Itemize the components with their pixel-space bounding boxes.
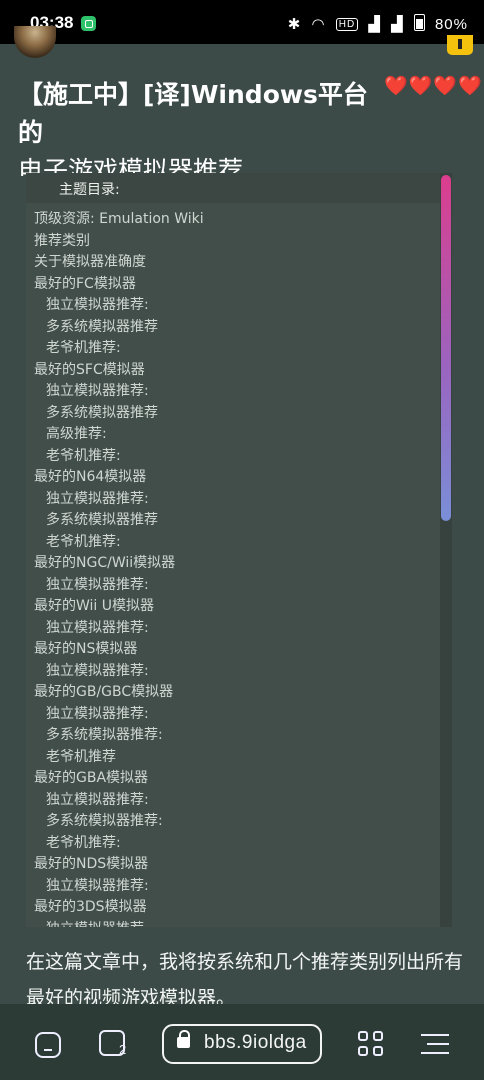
toc-item[interactable]: 推荐类别 — [34, 231, 204, 253]
battery-percent: 80% — [434, 16, 468, 33]
battery-icon — [413, 14, 425, 31]
toc-item[interactable]: 独立模拟器推荐: — [34, 489, 204, 511]
toc-item[interactable]: 独立模拟器推荐 — [34, 919, 204, 928]
bluetooth-icon: ✱ — [287, 16, 302, 33]
toc-item[interactable]: 独立模拟器推荐: — [34, 381, 204, 403]
toc-item[interactable]: 最好的3DS模拟器 — [34, 897, 204, 919]
toc-heading: 主题目录: — [59, 182, 120, 198]
url-text[interactable]: bbs.9ioldga — [204, 1032, 307, 1054]
status-icons: ✱ ◠ HD ▟ ▟ 80% — [283, 12, 468, 33]
toc-item[interactable]: 最好的FC模拟器 — [34, 274, 204, 296]
toc-header: 主题目录: — [26, 173, 440, 203]
toc-item[interactable]: 最好的N64模拟器 — [34, 467, 204, 489]
status-bar: 03:38 ✱ ◠ HD ▟ ▟ 80% — [0, 0, 484, 44]
toc-item[interactable]: 最好的NS模拟器 — [34, 639, 204, 661]
toc-item[interactable]: 多系统模拟器推荐 — [34, 403, 204, 425]
menu-icon[interactable] — [421, 1034, 449, 1061]
toc-item[interactable]: 独立模拟器推荐: — [34, 876, 204, 898]
toc-item[interactable]: 独立模拟器推荐: — [34, 295, 204, 317]
toc-item[interactable]: 最好的GBA模拟器 — [34, 768, 204, 790]
toc-item[interactable]: 最好的GB/GBC模拟器 — [34, 682, 204, 704]
toc-item[interactable]: 多系统模拟器推荐: — [34, 811, 204, 833]
toc-item[interactable]: 高级推荐: — [34, 424, 204, 446]
toc-item[interactable]: 最好的NDS模拟器 — [34, 854, 204, 876]
browser-nav-bar: 2 bbs.9ioldga — [0, 1004, 484, 1080]
toc-item[interactable]: 顶级资源: Emulation Wiki — [34, 209, 204, 231]
toc-item[interactable]: 多系统模拟器推荐 — [34, 510, 204, 532]
toc-item[interactable]: 关于模拟器准确度 — [34, 252, 204, 274]
toc-item[interactable]: 独立模拟器推荐: — [34, 661, 204, 683]
toc-item[interactable]: 多系统模拟器推荐 — [34, 317, 204, 339]
tab-count: 2 — [119, 1042, 127, 1057]
home-icon[interactable] — [35, 1032, 61, 1058]
post-title-line1: 【施工中】[译]Windows平台的 — [18, 80, 368, 147]
toc-item[interactable]: 最好的Wii U模拟器 — [34, 596, 204, 618]
toc-item[interactable]: 老爷机推荐: — [34, 833, 204, 855]
notification-badge-icon[interactable] — [447, 35, 473, 55]
toc-item[interactable]: 老爷机推荐: — [34, 532, 204, 554]
toc-item[interactable]: 独立模拟器推荐: — [34, 704, 204, 726]
avatar[interactable] — [14, 26, 56, 58]
toc-item[interactable]: 多系统模拟器推荐: — [34, 725, 204, 747]
hd-icon: HD — [335, 18, 359, 31]
app-notification-icon — [81, 16, 96, 31]
toc-item[interactable]: 最好的NGC/Wii模拟器 — [34, 553, 204, 575]
toc-scrollbar-thumb[interactable] — [441, 175, 451, 521]
signal-4g-icon: ▟ — [391, 16, 404, 33]
toc-item[interactable]: 最好的SFC模拟器 — [34, 360, 204, 382]
apps-grid-icon[interactable] — [358, 1031, 385, 1058]
toc-item[interactable]: 老爷机推荐: — [34, 338, 204, 360]
toc-item[interactable]: 老爷机推荐: — [34, 446, 204, 468]
toc-item[interactable]: 独立模拟器推荐: — [34, 575, 204, 597]
toc-list: 顶级资源: Emulation Wiki 推荐类别 关于模拟器准确度 最好的FC模拟器… — [34, 209, 204, 927]
toc-item[interactable]: 独立模拟器推荐: — [34, 618, 204, 640]
toc-item[interactable]: 独立模拟器推荐: — [34, 790, 204, 812]
address-bar[interactable]: bbs.9ioldga — [162, 1024, 322, 1064]
lock-icon — [177, 1030, 190, 1048]
table-of-contents: 主题目录: 顶级资源: Emulation Wiki 推荐类别 关于模拟器准确度 最好… — [26, 173, 452, 927]
signal-5g-icon: ▟ — [368, 16, 381, 33]
toc-item[interactable]: 老爷机推荐 — [34, 747, 204, 769]
heart-reactions-icon: ❤️❤️❤️❤️ — [384, 75, 483, 97]
wifi-icon: ◠ — [311, 16, 326, 33]
